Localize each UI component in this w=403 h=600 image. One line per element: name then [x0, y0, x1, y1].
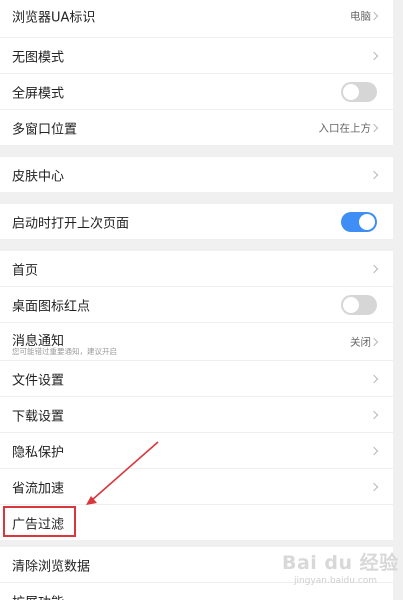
setting-multiwindow[interactable]: 多窗口位置 入口在上方: [0, 110, 393, 146]
setting-clear-data-label: 清除浏览数据: [12, 559, 91, 574]
section-divider: [0, 146, 393, 157]
setting-multiwindow-label: 多窗口位置: [12, 122, 78, 137]
watermark-logo: Bai du 经验 jingyan.baidu.com: [282, 548, 399, 586]
watermark-text: Bai du 经验: [282, 552, 399, 574]
chevron-right-icon: [369, 170, 379, 179]
setting-notify-value: 关闭: [350, 336, 371, 348]
chevron-right-icon: [369, 374, 379, 383]
badge-toggle[interactable]: [341, 294, 377, 315]
watermark-url: jingyan.baidu.com: [294, 576, 378, 586]
chevron-right-icon: [369, 51, 379, 60]
chevron-right-icon: [369, 11, 379, 21]
annotation-highlight-box: [3, 506, 76, 537]
setting-download-label: 下载设置: [12, 409, 65, 424]
setting-data-saver-label: 省流加速: [12, 481, 65, 496]
setting-restore: 启动时打开上次页面: [0, 204, 393, 240]
setting-notify[interactable]: 消息通知 您可能错过重要通知，建议开启 关闭: [0, 323, 393, 361]
chevron-right-icon: [369, 264, 379, 273]
setting-restore-label: 启动时打开上次页面: [12, 216, 130, 231]
chevron-right-icon: [369, 337, 379, 346]
restore-toggle[interactable]: [341, 211, 377, 232]
setting-extensions-label: 扩展功能: [12, 591, 64, 600]
fullscreen-toggle[interactable]: [341, 81, 377, 102]
scroll-edge: [393, 0, 403, 600]
setting-privacy[interactable]: 隐私保护: [0, 433, 393, 469]
setting-home[interactable]: 首页: [0, 251, 393, 287]
setting-data-saver[interactable]: 省流加速: [0, 469, 393, 505]
setting-skin-label: 皮肤中心: [12, 169, 65, 184]
section-divider: [0, 240, 393, 251]
chevron-right-icon: [369, 446, 379, 455]
setting-ua-label: 浏览器UA标识: [12, 10, 96, 26]
setting-file-label: 文件设置: [12, 373, 65, 388]
setting-file[interactable]: 文件设置: [0, 361, 393, 397]
toggle-knob: [343, 296, 359, 313]
setting-no-image-label: 无图模式: [12, 50, 65, 65]
setting-no-image[interactable]: 无图模式: [0, 38, 393, 74]
setting-multiwindow-value: 入口在上方: [318, 122, 372, 134]
setting-fullscreen-label: 全屏模式: [12, 86, 65, 101]
toggle-knob: [359, 213, 375, 230]
setting-badge: 桌面图标红点: [0, 287, 393, 323]
setting-home-label: 首页: [12, 263, 39, 278]
setting-skin[interactable]: 皮肤中心: [0, 157, 393, 193]
toggle-knob: [343, 83, 359, 100]
setting-privacy-label: 隐私保护: [12, 445, 65, 460]
section-divider: [0, 193, 393, 204]
setting-ua-value: 电脑: [350, 10, 371, 23]
setting-badge-label: 桌面图标红点: [12, 299, 91, 314]
setting-ua[interactable]: 浏览器UA标识 电脑: [0, 0, 393, 38]
chevron-right-icon: [369, 410, 379, 419]
setting-download[interactable]: 下载设置: [0, 397, 393, 433]
chevron-right-icon: [369, 482, 379, 491]
setting-notify-hint: 您可能错过重要通知，建议开启: [12, 347, 117, 356]
setting-fullscreen: 全屏模式: [0, 74, 393, 110]
